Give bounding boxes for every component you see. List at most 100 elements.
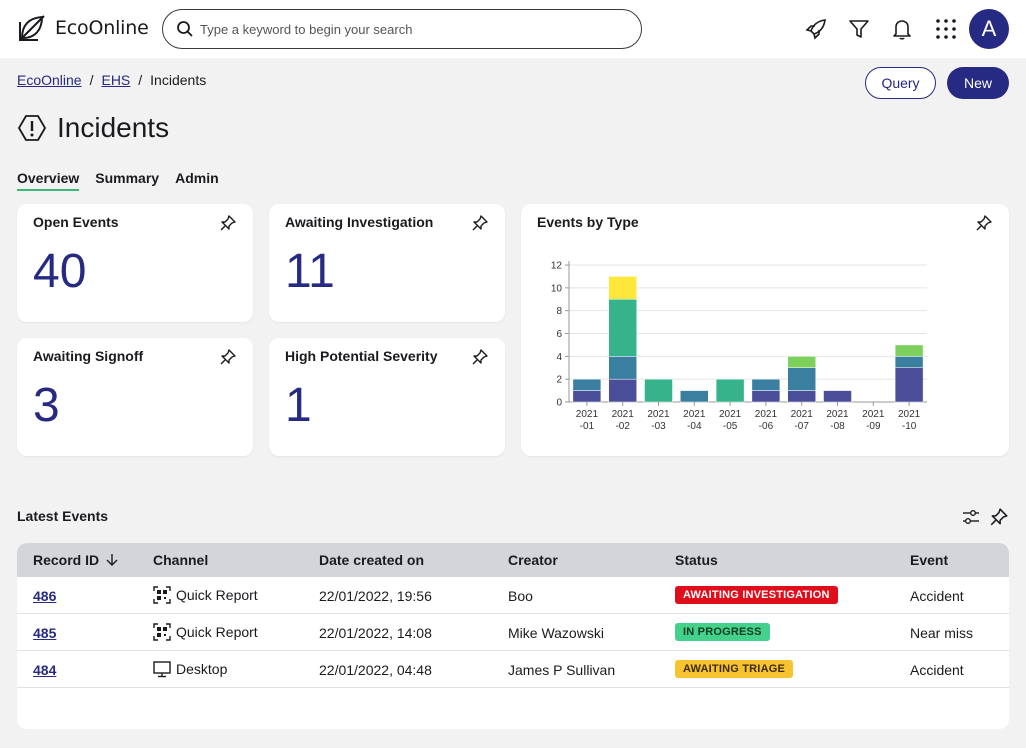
chart-y-tick-label: 2 [556, 375, 562, 386]
warning-hexagon-icon [18, 115, 46, 141]
chart-x-tick-label: 2021 [862, 409, 885, 420]
chart-x-tick-label: 2021 [719, 409, 742, 420]
kpi-value: 11 [285, 245, 335, 298]
search-input[interactable] [200, 21, 630, 37]
table-row[interactable]: 486 Quick Report 22/01/2022, 19:56 Boo A… [17, 577, 1009, 614]
event-cell: Accident [910, 588, 964, 604]
top-bar: EcoOnline A [0, 0, 1026, 58]
date-cell: 22/01/2022, 14:08 [319, 625, 432, 641]
event-cell: Accident [910, 662, 964, 678]
chart-bar-segment [823, 390, 852, 403]
creator-cell: James P Sullivan [508, 662, 616, 678]
chart-x-tick-label: -04 [687, 421, 702, 432]
chart-bar-segment [787, 390, 816, 403]
breadcrumb-current: Incidents [150, 72, 207, 88]
kpi-label: Awaiting Investigation [285, 214, 434, 230]
tab-bar: Overview Summary Admin [17, 170, 219, 191]
user-avatar[interactable]: A [969, 9, 1009, 49]
creator-cell: Boo [508, 588, 533, 604]
record-id-link[interactable]: 486 [33, 588, 56, 604]
tab-admin[interactable]: Admin [175, 170, 219, 191]
chart-bar-segment [608, 378, 637, 403]
chart-x-tick-label: 2021 [791, 409, 814, 420]
record-id-link[interactable]: 484 [33, 662, 56, 678]
column-header-status[interactable]: Status [675, 552, 718, 568]
chart-y-tick-label: 0 [556, 398, 562, 409]
chart-bar-segment [644, 378, 673, 403]
desktop-icon [153, 661, 171, 678]
qr-icon [153, 586, 171, 604]
chart-x-tick-label: -03 [651, 421, 666, 432]
bell-icon[interactable] [890, 17, 914, 41]
new-button[interactable]: New [947, 67, 1009, 99]
sort-arrow-down-icon [106, 554, 118, 566]
kpi-card-high-potential-severity: High Potential Severity 1 [269, 338, 505, 456]
chart-x-tick-label: 2021 [612, 409, 635, 420]
record-id-link[interactable]: 485 [33, 625, 56, 641]
tab-summary[interactable]: Summary [95, 170, 159, 191]
channel-label: Desktop [176, 661, 228, 677]
chart-x-tick-label: -02 [615, 421, 630, 432]
column-header-record-id[interactable]: Record ID [33, 552, 119, 568]
chart-bar-segment [894, 356, 924, 368]
chart-bar-segment [608, 276, 637, 300]
chart-x-tick-label: -08 [830, 421, 845, 432]
chart-x-tick-label: -10 [902, 421, 917, 432]
creator-cell: Mike Wazowski [508, 625, 604, 641]
kpi-value: 3 [33, 379, 60, 432]
chart-bar-segment [894, 367, 924, 403]
chart-bar-segment [608, 356, 637, 380]
chart-x-tick-label: 2021 [647, 409, 670, 420]
latest-events-table: Record ID Channel Date created on Creato… [17, 543, 1009, 729]
chart-x-tick-label: -09 [866, 421, 881, 432]
pin-icon[interactable] [219, 214, 237, 232]
pin-icon[interactable] [989, 507, 1009, 527]
pin-icon[interactable] [471, 214, 489, 232]
kpi-value: 1 [285, 379, 312, 432]
chart-bar-segment [751, 390, 781, 403]
column-header-date[interactable]: Date created on [319, 552, 424, 568]
search-icon [177, 21, 193, 37]
page-header: Incidents [17, 112, 169, 144]
column-label: Record ID [33, 552, 100, 568]
column-header-creator[interactable]: Creator [508, 552, 558, 568]
breadcrumb-ecoonline[interactable]: EcoOnline [17, 72, 82, 88]
status-badge: AWAITING INVESTIGATION [675, 586, 838, 604]
query-button[interactable]: Query [865, 67, 936, 99]
pin-icon[interactable] [219, 348, 237, 366]
events-by-type-chart: 0246810122021-012021-022021-032021-04202… [551, 261, 927, 432]
chart-x-tick-label: 2021 [898, 409, 921, 420]
filter-icon[interactable] [847, 17, 871, 41]
kpi-label: Open Events [33, 214, 119, 230]
chart-x-tick-label: -05 [723, 421, 738, 432]
chart-bar-segment [787, 367, 816, 391]
sliders-icon[interactable] [961, 507, 981, 527]
chart-bar-segment [894, 344, 924, 357]
chart-x-tick-label: -01 [580, 421, 595, 432]
chart-bar-segment [572, 378, 602, 391]
pin-icon[interactable] [471, 348, 489, 366]
chart-bar-segment [715, 378, 745, 403]
table-row[interactable]: 485 Quick Report 22/01/2022, 14:08 Mike … [17, 614, 1009, 651]
chart-x-tick-label: 2021 [755, 409, 778, 420]
breadcrumb-ehs[interactable]: EHS [101, 72, 130, 88]
kpi-label: High Potential Severity [285, 348, 438, 364]
apps-grid-icon[interactable] [934, 17, 958, 41]
status-badge: IN PROGRESS [675, 623, 770, 641]
column-header-channel[interactable]: Channel [153, 552, 208, 568]
kpi-value: 40 [33, 245, 87, 298]
chart-bar-segment [572, 390, 602, 403]
search-box[interactable] [162, 9, 642, 49]
chart-y-tick-label: 4 [556, 352, 562, 363]
tab-overview[interactable]: Overview [17, 170, 80, 191]
chart-bar-segment [680, 390, 709, 403]
chart-x-tick-label: 2021 [826, 409, 849, 420]
breadcrumb-separator: / [89, 72, 94, 88]
chart-card-events-by-type: Events by Type 0 2 4 6 8 10 12 2021 -01 2021 -02 20… [521, 204, 1009, 456]
date-cell: 22/01/2022, 04:48 [319, 662, 432, 678]
rocket-icon[interactable] [804, 17, 828, 41]
table-row[interactable]: 484 Desktop 22/01/2022, 04:48 James P Su… [17, 651, 1009, 688]
kpi-card-awaiting-signoff: Awaiting Signoff 3 [17, 338, 253, 456]
column-header-event[interactable]: Event [910, 552, 948, 568]
brand-logo[interactable]: EcoOnline [17, 13, 149, 43]
